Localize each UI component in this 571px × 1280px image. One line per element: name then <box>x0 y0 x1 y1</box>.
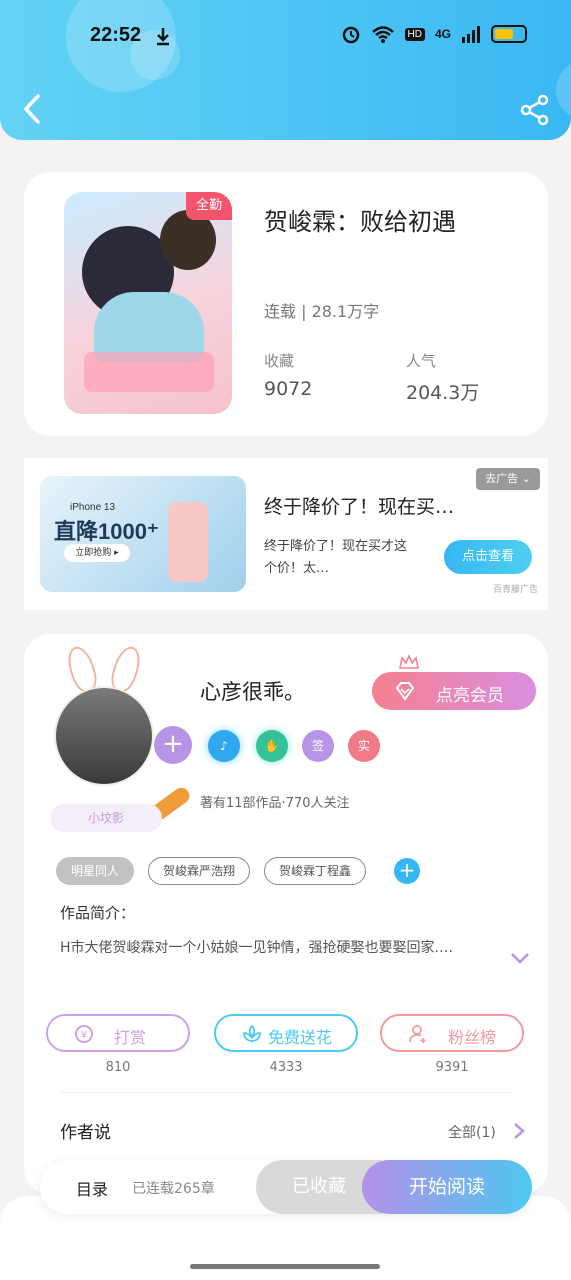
flower-icon <box>243 1024 261 1042</box>
author-avatar-wrap[interactable]: + <box>54 643 193 824</box>
wifi-icon <box>371 26 394 43</box>
handshake-icon[interactable]: ✋ <box>256 730 288 762</box>
battery-icon <box>491 25 527 43</box>
author-card: + 小坟影 心彦很乖。 点亮会员 ♪ ✋ 签 实 著有11部作品·770人关注 … <box>24 634 548 1194</box>
network-label: 4G <box>434 27 451 41</box>
ad-source: 百青藤广告 <box>492 585 538 595</box>
send-flower-button[interactable]: 免费送花 <box>214 1014 358 1052</box>
ad-image[interactable]: iPhone 13 直降1000⁺ 立即抢购 ▸ <box>40 476 246 592</box>
bottom-action-bar: 目录 已连载265章 已收藏 开始阅读 <box>40 1160 532 1214</box>
book-status: 连载 | 28.1万字 <box>264 302 380 321</box>
fan-count: 9391 <box>435 1060 469 1075</box>
follow-plus-icon[interactable]: + <box>154 726 192 764</box>
ad-view-button[interactable]: 点击查看 <box>444 540 532 574</box>
author-name[interactable]: 心彦很乖。 <box>200 676 305 706</box>
diamond-icon <box>395 682 415 701</box>
tag-row: 明星同人 贺峻霖严浩翔 贺峻霖丁程鑫 + <box>56 856 421 886</box>
tag-item[interactable]: 贺峻霖丁程鑫 <box>264 857 367 885</box>
verified-badge[interactable]: 实 <box>348 730 380 762</box>
svg-text:¥: ¥ <box>80 1030 87 1041</box>
author-says-all-link[interactable]: 全部(1) <box>448 1122 496 1142</box>
vip-label: 点亮会员 <box>436 686 504 706</box>
author-says-heading: 作者说 <box>60 1123 111 1143</box>
popularity-value: 204.3万 <box>406 382 480 404</box>
author-stats: 著有11部作品·770人关注 <box>200 796 350 811</box>
cover-title-art <box>84 352 214 392</box>
favorites-value: 9072 <box>264 378 313 400</box>
tag-item[interactable]: 贺峻霖严浩翔 <box>148 857 251 885</box>
popularity-label: 人气 <box>406 352 437 370</box>
send-flower-label: 免费送花 <box>268 1028 333 1047</box>
phone-image <box>168 502 208 582</box>
share-icon[interactable] <box>519 94 551 126</box>
favorites-label: 收藏 <box>264 352 295 370</box>
home-indicator[interactable] <box>190 1264 380 1269</box>
divider <box>60 1092 512 1093</box>
music-note-icon[interactable]: ♪ <box>208 730 240 762</box>
yen-coin-icon: ¥ <box>75 1025 93 1043</box>
add-tag-button[interactable]: + <box>394 858 421 884</box>
intro-text: H市大佬贺峻霖对一个小姑娘一见钟情，强抢硬娶也要娶回家.… <box>60 940 453 956</box>
fan-user-icon <box>409 1025 426 1043</box>
ad-description: 终于降价了！现在买才这个价！太… <box>264 539 408 576</box>
book-title: 贺峻霖：败给初遇 <box>264 208 456 236</box>
activate-vip-button[interactable]: 点亮会员 <box>372 672 536 710</box>
book-info-card: 全勤 贺峻霖：败给初遇 连载 | 28.1万字 收藏 9072 人气 204.3… <box>24 172 548 436</box>
book-cover[interactable]: 全勤 <box>64 192 232 414</box>
avatar[interactable] <box>54 686 154 786</box>
fan-ranking-button[interactable]: 粉丝榜 <box>380 1014 524 1052</box>
tip-label: 打赏 <box>114 1028 147 1047</box>
download-icon <box>157 28 169 46</box>
ad-banner[interactable]: iPhone 13 直降1000⁺ 立即抢购 ▸ 去广告 ⌄ 终于降价了！现在买… <box>24 458 548 610</box>
back-button[interactable] <box>18 92 48 126</box>
ad-image-buy-button: 立即抢购 ▸ <box>64 544 130 562</box>
toc-chapter-count[interactable]: 已连载265章 <box>132 1178 215 1198</box>
header: 22:52 HD 4G <box>0 0 571 140</box>
start-reading-button[interactable]: 开始阅读 <box>362 1160 532 1214</box>
tag-item[interactable]: 明星同人 <box>56 857 135 885</box>
status-icons: HD 4G <box>341 24 527 44</box>
status-time: 22:52 <box>90 24 142 46</box>
ad-image-product: iPhone 13 <box>70 502 116 513</box>
ad-image-headline: 直降1000⁺ <box>54 519 159 544</box>
tip-button[interactable]: ¥ 打赏 <box>46 1014 190 1052</box>
hd-label: HD <box>404 27 425 41</box>
flower-count: 4333 <box>269 1060 303 1075</box>
full-attendance-badge: 全勤 <box>186 192 232 220</box>
header-bubble-decoration <box>556 60 571 120</box>
tip-count: 810 <box>105 1060 131 1075</box>
intro-heading: 作品简介： <box>60 904 136 922</box>
chevron-right-icon[interactable] <box>512 1122 526 1140</box>
fan-ranking-label: 粉丝榜 <box>448 1028 497 1047</box>
toc-button[interactable]: 目录 <box>76 1176 108 1200</box>
avatar-frame-tag: 小坟影 <box>50 804 162 832</box>
crown-icon <box>399 654 419 669</box>
signal-icon <box>462 26 480 43</box>
remove-ad-button[interactable]: 去广告 ⌄ <box>476 468 540 490</box>
ad-title: 终于降价了！现在买… <box>264 496 455 518</box>
signed-badge[interactable]: 签 <box>302 730 334 762</box>
chevron-down-icon[interactable] <box>510 950 530 966</box>
alarm-icon <box>342 26 359 44</box>
